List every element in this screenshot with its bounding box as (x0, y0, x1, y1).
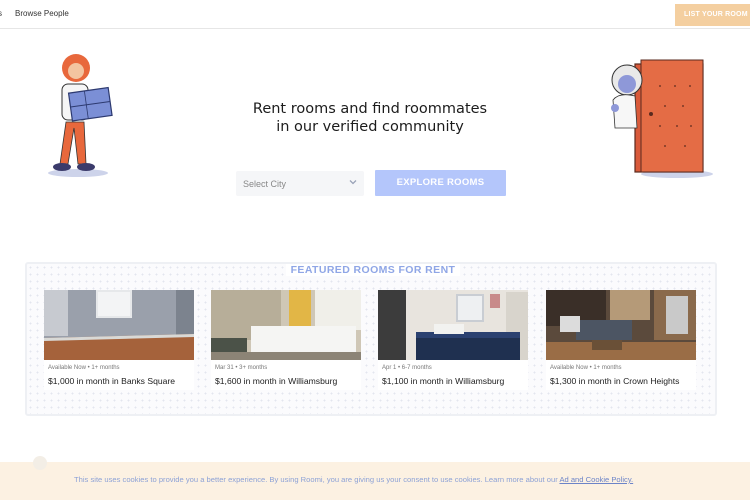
room-title[interactable]: $1,600 in month in Williamsburg (215, 376, 337, 386)
room-title[interactable]: $1,000 in month in Banks Square (48, 376, 175, 386)
hero-headline: Rent rooms and find roommates in our ver… (200, 100, 540, 136)
city-select[interactable]: Select City (236, 171, 364, 196)
hero-headline-line-2: in our verified community (276, 119, 464, 135)
room-photo[interactable] (211, 290, 361, 360)
room-card[interactable]: Available Now • 1+ months $1,300 in mont… (546, 290, 696, 390)
list-room-button[interactable]: LIST YOUR ROOM (675, 4, 750, 26)
cookie-policy-link[interactable]: Ad and Cookie Policy. (559, 475, 633, 484)
cookie-banner: This site uses cookies to provide you a … (0, 456, 750, 500)
nav-link-truncated[interactable]: s (0, 9, 2, 18)
featured-rooms-title: FEATURED ROOMS FOR RENT (27, 264, 719, 276)
hero-headline-line-1: Rent rooms and find roommates (252, 101, 488, 117)
room-availability: Available Now • 1+ months (550, 365, 622, 371)
cookie-notice: This site uses cookies to provide you a … (74, 475, 633, 484)
room-photo[interactable] (378, 290, 528, 360)
explore-rooms-button[interactable]: EXPLORE ROOMS (375, 170, 506, 196)
room-availability: Available Now • 1+ months (48, 365, 120, 371)
room-card[interactable]: Apr 1 • 6-7 months $1,100 in month in Wi… (378, 290, 528, 390)
room-card[interactable]: Available Now • 1+ months $1,000 in mont… (44, 290, 194, 390)
city-select-value: Select City (243, 179, 287, 189)
room-availability: Apr 1 • 6-7 months (382, 365, 432, 371)
cookie-notice-text: This site uses cookies to provide you a … (74, 475, 558, 484)
room-photo[interactable] (546, 290, 696, 360)
room-title[interactable]: $1,100 in month in Williamsburg (382, 376, 504, 386)
room-card[interactable]: Mar 31 • 3+ months $1,600 in month in Wi… (211, 290, 361, 390)
room-title[interactable]: $1,300 in month in Crown Heights (550, 376, 679, 386)
person-door-illustration (605, 56, 720, 180)
decorative-dot (33, 456, 47, 470)
room-availability: Mar 31 • 3+ months (215, 365, 268, 371)
top-nav: s Browse People LIST YOUR ROOM (0, 0, 750, 29)
nav-link-browse-people[interactable]: Browse People (15, 9, 69, 18)
room-photo[interactable] (44, 290, 194, 360)
person-carrying-box-illustration (42, 52, 122, 180)
featured-rooms-title-text: FEATURED ROOMS FOR RENT (285, 264, 461, 276)
chevron-down-icon (349, 180, 357, 185)
